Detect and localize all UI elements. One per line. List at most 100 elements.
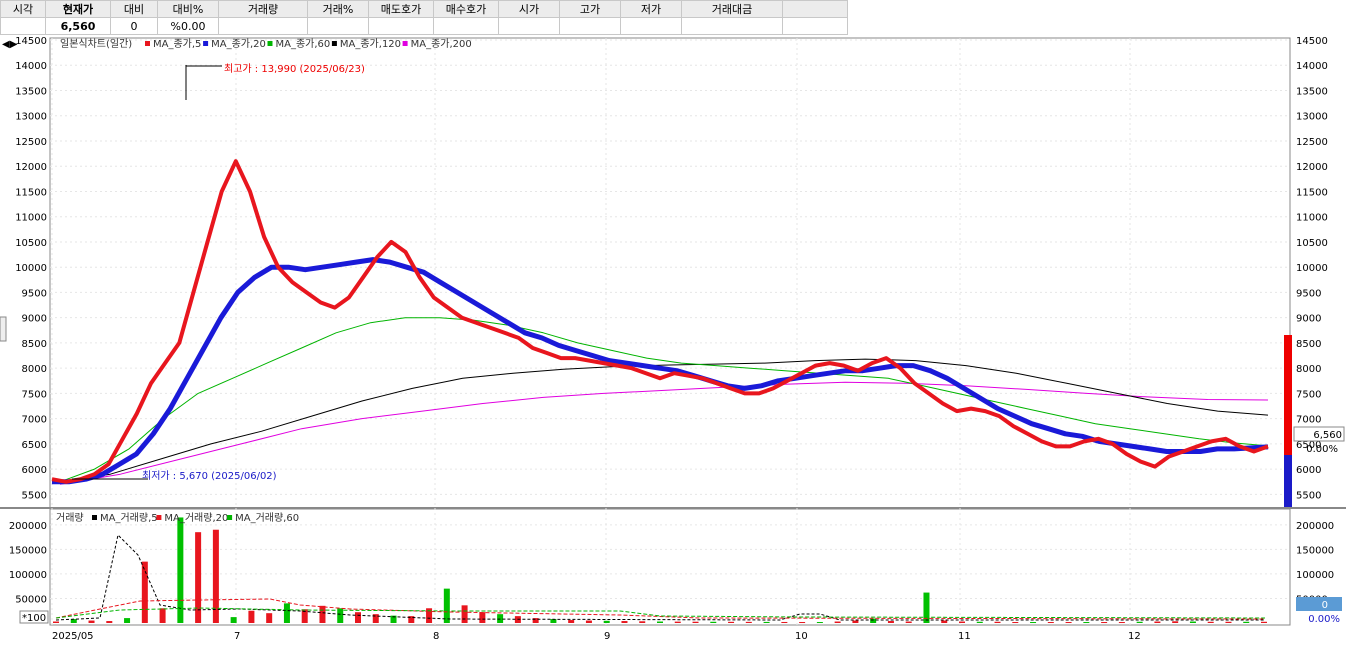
- col-header-change: 대비: [110, 0, 158, 18]
- volume-bar: [1261, 621, 1267, 623]
- chart-svg[interactable]: 5500600065007000750080008500900095001000…: [0, 35, 1346, 645]
- price-tick-right: 8000: [1296, 364, 1321, 375]
- volume-bar: [1101, 622, 1108, 624]
- price-tick-left: 8500: [22, 339, 47, 350]
- col-header-ask: 매도호가: [368, 0, 434, 18]
- price-tick-left: 12000: [15, 162, 47, 173]
- volume-bar: [959, 621, 965, 623]
- current-volume-box: [1296, 597, 1342, 611]
- volume-bar: [870, 618, 877, 623]
- col-header-price: 현재가: [45, 0, 111, 18]
- volume-legend-title: 거래량: [56, 512, 84, 524]
- quote-table: 시각 현재가 대비 대비% 거래량 거래% 매도호가 매수호가 시가 고가 저가…: [0, 0, 848, 35]
- volume-bar: [283, 603, 290, 623]
- volume-bar: [106, 621, 113, 623]
- volume-bar: [266, 613, 273, 623]
- legend-item-label: MA_종가,5: [153, 38, 201, 50]
- date-tick: 11: [958, 631, 971, 642]
- volume-bar: [461, 605, 468, 623]
- val-time: [0, 17, 46, 35]
- val-change-pct: %0.00: [157, 17, 219, 35]
- volume-bar: [248, 610, 255, 623]
- volume-bar: [1189, 621, 1196, 623]
- price-tick-right: 10000: [1296, 263, 1328, 274]
- quote-header: 시각 현재가 대비 대비% 거래량 거래% 매도호가 매수호가 시가 고가 저가…: [0, 0, 1346, 35]
- val-high: [559, 17, 621, 35]
- volume-bar: [621, 621, 628, 623]
- price-tick-right: 12000: [1296, 162, 1328, 173]
- current-price-bar-low: [1284, 455, 1292, 507]
- val-change: 0: [110, 17, 158, 35]
- volume-legend-items: MA_거래량,5 MA_거래량,20 MA_거래량,60: [92, 512, 299, 524]
- volume-bar: [976, 621, 983, 623]
- legend-swatch: [331, 41, 337, 46]
- val-amount: [681, 17, 783, 35]
- price-tick-left: 14500: [15, 36, 47, 47]
- legend-swatch: [145, 41, 150, 46]
- price-legend-title: 일본식차트(일간): [60, 38, 132, 50]
- col-header-volume: 거래량: [218, 0, 308, 18]
- price-tick-left: 6500: [22, 440, 47, 451]
- col-header-bid: 매수호가: [433, 0, 499, 18]
- volume-bar: [159, 608, 166, 623]
- panel-handle[interactable]: [0, 316, 7, 342]
- price-tick-right: 10500: [1296, 238, 1328, 249]
- date-tick: 2025/05: [52, 631, 94, 642]
- col-header-change-pct: 대비%: [157, 0, 219, 18]
- volume-bar: [585, 620, 592, 623]
- price-tick-left: 7000: [22, 415, 47, 426]
- date-tick: 8: [433, 631, 439, 642]
- volume-bar: [816, 622, 823, 624]
- volume-bar: [1083, 622, 1090, 624]
- volume-bar: [728, 621, 735, 623]
- legend-swatch: [203, 41, 209, 46]
- val-ask: [368, 17, 434, 35]
- price-tick-left: 12500: [15, 137, 47, 148]
- price-tick-right: 14500: [1296, 36, 1328, 47]
- price-tick-left: 8000: [22, 364, 47, 375]
- legend-swatch: [402, 41, 408, 46]
- volume-bar: [1172, 621, 1179, 623]
- legend-swatch: [92, 515, 97, 520]
- col-header-open: 시가: [498, 0, 560, 18]
- date-axis: 2025/05 7 8 9 10 11 12: [52, 631, 1141, 642]
- price-tick-left: 9000: [22, 314, 47, 325]
- volume-bar: [443, 588, 450, 623]
- volume-bar: [1243, 621, 1250, 623]
- volume-bar: [1136, 621, 1143, 623]
- volume-bar: [834, 621, 841, 623]
- price-tick-left: 10000: [15, 263, 47, 274]
- price-tick-right: 13000: [1296, 112, 1328, 123]
- price-tick-left: 11500: [15, 187, 47, 198]
- legend-item-label: MA_종가,20: [211, 38, 266, 50]
- col-header-high: 고가: [559, 0, 621, 18]
- volume-bar: [674, 621, 681, 623]
- price-legend: 일본식차트(일간) MA_종가,5 MA_종가,20 MA_종가,60 MA_종가,1…: [60, 38, 472, 50]
- volume-bar: [603, 620, 610, 623]
- volume-tick-right: 150000: [1296, 545, 1334, 556]
- price-tick-left: 13500: [15, 86, 47, 97]
- volume-bar: [887, 621, 894, 623]
- volume-panel[interactable]: [49, 508, 1291, 626]
- legend-item-label: MA_종가,60: [276, 38, 331, 50]
- volume-bar: [124, 618, 131, 623]
- price-tick-left: 6000: [22, 465, 47, 476]
- volume-bar: [177, 517, 184, 623]
- legend-swatch: [267, 41, 273, 46]
- stock-chart[interactable]: 5500 6000 6500 7000 7500 8000 8500 9000 9500 1000…: [0, 35, 1346, 645]
- legend-item-label: MA_종가,120: [340, 38, 401, 50]
- price-tick-right: 8500: [1296, 339, 1321, 350]
- legend-swatch: [227, 515, 233, 520]
- volume-bar: [710, 621, 717, 623]
- price-tick-right: 12500: [1296, 137, 1328, 148]
- legend-item-label: MA_거래량,60: [235, 512, 299, 524]
- price-tick-right: 7000: [1296, 415, 1321, 426]
- col-header-time: 시각: [0, 0, 46, 18]
- val-bid: [433, 17, 499, 35]
- volume-bar: [53, 621, 59, 623]
- scroll-arrows-icon[interactable]: ◀▶: [2, 39, 18, 50]
- val-low: [620, 17, 682, 35]
- val-volume: [218, 17, 308, 35]
- volume-tick-left: 200000: [9, 521, 47, 532]
- legend-item-label: MA_거래량,5: [100, 512, 158, 524]
